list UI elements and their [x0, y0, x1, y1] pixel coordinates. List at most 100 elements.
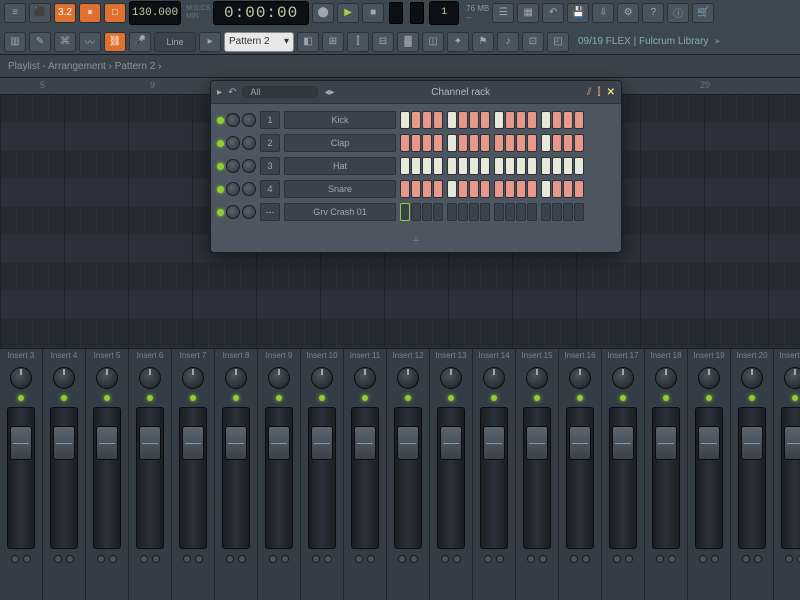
step-cell[interactable] [469, 111, 479, 129]
mixer-led[interactable] [147, 395, 153, 401]
snap-select[interactable]: Line [154, 32, 196, 52]
mixer-strip[interactable]: Insert 9 [258, 349, 301, 600]
mixer-pan-knob[interactable] [569, 367, 591, 389]
channel-led[interactable] [217, 209, 224, 216]
step-cell[interactable] [433, 157, 443, 175]
mixer-mute-dot[interactable] [183, 555, 191, 563]
step-cell[interactable] [527, 180, 537, 198]
mixer-pan-knob[interactable] [182, 367, 204, 389]
mixer-mute-dot[interactable] [484, 555, 492, 563]
step-cell[interactable] [494, 180, 504, 198]
step-cell[interactable] [505, 203, 515, 221]
step-cell[interactable] [541, 134, 551, 152]
mixer-strip[interactable]: Insert 7 [172, 349, 215, 600]
channel-vol-knob[interactable] [242, 205, 256, 219]
channel-name-button[interactable]: Hat [284, 157, 396, 175]
mixer-led[interactable] [190, 395, 196, 401]
cr-menu-icon[interactable]: ▸ [217, 87, 222, 98]
mixer-mute-dot[interactable] [355, 555, 363, 563]
step-cell[interactable] [469, 134, 479, 152]
mixer-pan-knob[interactable] [10, 367, 32, 389]
step-cell[interactable] [494, 203, 504, 221]
step-cell[interactable] [505, 180, 515, 198]
mixer-fader[interactable] [440, 426, 462, 460]
step-cell[interactable] [400, 203, 410, 221]
tool-8-icon[interactable]: ⚑ [472, 32, 494, 52]
play-button[interactable]: ▶ [337, 3, 359, 23]
mixer-pan-knob[interactable] [483, 367, 505, 389]
step-cell[interactable] [480, 203, 490, 221]
mixer-strip[interactable]: Insert 14 [473, 349, 516, 600]
mixer-led[interactable] [104, 395, 110, 401]
step-cell[interactable] [574, 134, 584, 152]
step-cell[interactable] [563, 134, 573, 152]
step-cell[interactable] [516, 203, 526, 221]
mixer-mute-dot[interactable] [312, 555, 320, 563]
step-cell[interactable] [469, 157, 479, 175]
step-cell[interactable] [480, 111, 490, 129]
step-cell[interactable] [458, 180, 468, 198]
step-cell[interactable] [433, 134, 443, 152]
step-cell[interactable] [458, 203, 468, 221]
step-cell[interactable] [433, 203, 443, 221]
tool-brush-icon[interactable]: ✎ [29, 32, 51, 52]
channel-pan-knob[interactable] [226, 136, 240, 150]
mixer-fader[interactable] [182, 426, 204, 460]
step-cell[interactable] [574, 111, 584, 129]
mixer-solo-dot[interactable] [410, 555, 418, 563]
time-display[interactable]: 0:00:00 [213, 1, 309, 25]
mixer-solo-dot[interactable] [711, 555, 719, 563]
step-cell[interactable] [400, 111, 410, 129]
channel-pan-knob[interactable] [226, 205, 240, 219]
step-cell[interactable] [505, 111, 515, 129]
step-cell[interactable] [411, 157, 421, 175]
wait-icon[interactable]: ⏸ [79, 3, 101, 23]
mixer-fader[interactable] [311, 426, 333, 460]
channel-name-button[interactable]: Kick [284, 111, 396, 129]
metronome-3-2-icon[interactable]: 3.2 [54, 3, 76, 23]
mixer-strip[interactable]: Insert 10 [301, 349, 344, 600]
step-cell[interactable] [447, 203, 457, 221]
mixer-solo-dot[interactable] [281, 555, 289, 563]
countdown-icon[interactable]: □ [104, 3, 126, 23]
mixer-fader[interactable] [96, 426, 118, 460]
mixer-solo-dot[interactable] [195, 555, 203, 563]
mixer-pan-knob[interactable] [655, 367, 677, 389]
tool-10-icon[interactable]: ⊡ [522, 32, 544, 52]
mixer-pan-knob[interactable] [268, 367, 290, 389]
channel-name-button[interactable]: Clap [284, 134, 396, 152]
cr-graph-icon[interactable]: ⫽ [587, 87, 591, 98]
mixer-fader[interactable] [354, 426, 376, 460]
step-cell[interactable] [574, 157, 584, 175]
mixer-led[interactable] [577, 395, 583, 401]
mixer-mute-dot[interactable] [656, 555, 664, 563]
mixer-solo-dot[interactable] [582, 555, 590, 563]
mixer-led[interactable] [18, 395, 24, 401]
mixer-mute-dot[interactable] [54, 555, 62, 563]
mixer-led[interactable] [792, 395, 798, 401]
channel-rack-titlebar[interactable]: ▸ ↶ All ◂▸ Channel rack ⫽ ⫿ ✕ [211, 81, 621, 104]
cr-collapse-icon[interactable]: ◂▸ [324, 87, 334, 98]
tool-7-icon[interactable]: ✦ [447, 32, 469, 52]
mixer-strip[interactable]: Insert 21 [774, 349, 800, 600]
channel-vol-knob[interactable] [242, 182, 256, 196]
step-cell[interactable] [422, 111, 432, 129]
mixer-led[interactable] [233, 395, 239, 401]
save-icon[interactable]: 💾 [567, 3, 589, 23]
mixer-solo-dot[interactable] [754, 555, 762, 563]
mixer-mute-dot[interactable] [140, 555, 148, 563]
menu-icon[interactable]: ≡ [4, 3, 26, 23]
step-cell[interactable] [411, 180, 421, 198]
mixer-fader[interactable] [612, 426, 634, 460]
mixer-mute-dot[interactable] [785, 555, 793, 563]
step-cell[interactable] [527, 203, 537, 221]
mixer-fader[interactable] [53, 426, 75, 460]
channel-vol-knob[interactable] [242, 159, 256, 173]
mixer-solo-dot[interactable] [238, 555, 246, 563]
snap-next-icon[interactable]: ▸ [199, 32, 221, 52]
step-cell[interactable] [563, 157, 573, 175]
pat-song-toggle[interactable]: ⬛ [29, 3, 51, 23]
mixer-solo-dot[interactable] [324, 555, 332, 563]
step-cell[interactable] [458, 157, 468, 175]
channel-name-button[interactable]: Snare [284, 180, 396, 198]
